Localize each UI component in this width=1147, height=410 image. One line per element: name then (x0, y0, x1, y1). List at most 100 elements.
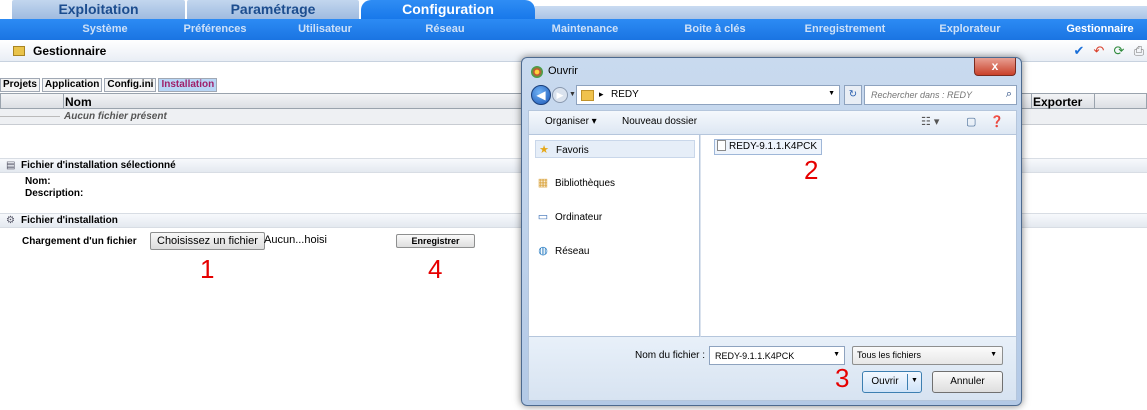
computer-icon: ▭ (537, 211, 549, 223)
sub-tab-bar: Système Préférences Utilisateur Réseau M… (0, 19, 1147, 40)
open-button-label: Ouvrir (871, 376, 899, 387)
chrome-icon (531, 66, 543, 78)
folder-icon (581, 90, 594, 101)
subtab-gestionnaire[interactable]: Gestionnaire (1060, 19, 1140, 40)
open-button[interactable]: Ouvrir ▼ (862, 371, 922, 393)
dialog-close-button[interactable]: x (974, 58, 1016, 76)
column-divider (1094, 94, 1095, 108)
address-bar[interactable]: ▸ REDY ▼ (576, 85, 840, 105)
refresh-icon[interactable]: ↻ (844, 85, 862, 105)
dialog-navigation-row: ◀ ▶ ▼ ▸ REDY ▼ ↻ ⌕ (528, 84, 1017, 106)
organize-menu[interactable]: Organiser ▾ (545, 116, 597, 127)
network-icon: ◍ (538, 245, 548, 257)
button-split-divider (907, 374, 908, 390)
subtab-boite-a-cles[interactable]: Boite à clés (675, 19, 755, 40)
annotation-3: 3 (835, 363, 850, 393)
chevron-down-icon[interactable]: ▼ (911, 377, 918, 384)
breadcrumb-arrow-icon[interactable]: ▸ (599, 89, 604, 100)
tab-config-ini[interactable]: Config.ini (104, 78, 157, 92)
help-icon[interactable]: ❓ (990, 115, 1004, 128)
tab-strip-filler (535, 6, 1147, 19)
history-dropdown-icon[interactable]: ▼ (569, 91, 576, 98)
address-path[interactable]: REDY (611, 89, 639, 100)
column-divider (1031, 94, 1032, 108)
save-button[interactable]: Enregistrer (396, 234, 475, 248)
nav-item-label: Réseau (555, 246, 590, 257)
subtab-reseau[interactable]: Réseau (410, 19, 480, 40)
open-file-dialog: Ouvrir x ◀ ▶ ▼ ▸ REDY ▼ ↻ ⌕ Organiser ▾ … (521, 57, 1022, 406)
filename-combobox[interactable]: ▼ (709, 346, 845, 365)
document-icon: ▤ (6, 160, 16, 171)
cancel-button[interactable]: Annuler (932, 371, 1003, 393)
gear-icon: ⚙ (6, 215, 15, 226)
tab-configuration[interactable]: Configuration (361, 0, 535, 19)
annotation-1: 1 (200, 254, 215, 284)
filename-input[interactable] (713, 349, 825, 363)
row-divider (0, 116, 60, 117)
nav-item-bibliotheques[interactable]: ▦ Bibliothèques (535, 174, 695, 192)
manager-icon (13, 46, 25, 56)
search-input[interactable] (869, 88, 993, 102)
column-exporter[interactable]: Exporter (1033, 95, 1082, 109)
column-nom[interactable]: Nom (65, 95, 92, 109)
nav-item-label: Ordinateur (555, 212, 603, 223)
nav-item-label: Favoris (556, 145, 589, 156)
install-file-section-title: Fichier d'installation (21, 215, 118, 226)
chevron-down-icon[interactable]: ▼ (828, 90, 835, 97)
tab-installation[interactable]: Installation (158, 78, 218, 92)
view-options-icon[interactable]: ☷ ▾ (921, 115, 939, 128)
filetype-select[interactable]: Tous les fichiers ▼ (852, 346, 1003, 365)
upload-label: Chargement d'un fichier (22, 236, 137, 247)
file-icon (717, 140, 726, 151)
dialog-title: Ouvrir (548, 65, 578, 77)
nav-item-favoris[interactable]: ★ Favoris (535, 140, 695, 158)
page-title: Gestionnaire (33, 44, 107, 58)
title-toolbar: ✔ ↶ ⟳ ⎙ (1071, 43, 1147, 59)
subtab-preferences[interactable]: Préférences (170, 19, 260, 40)
refresh-icon[interactable]: ⟳ (1111, 43, 1127, 59)
name-label: Nom: (25, 176, 51, 187)
chevron-down-icon[interactable]: ▼ (833, 351, 840, 358)
nav-item-reseau[interactable]: ◍ Réseau (535, 242, 695, 260)
filetype-value: Tous les fichiers (857, 350, 922, 360)
annotation-2: 2 (804, 155, 819, 185)
subtab-maintenance[interactable]: Maintenance (545, 19, 625, 40)
tab-application[interactable]: Application (41, 78, 103, 92)
library-icon: ▦ (537, 177, 549, 189)
dialog-toolbar: Organiser ▾ Nouveau dossier ☷ ▾ ▢ ❓ (528, 110, 1017, 135)
tab-exploitation[interactable]: Exploitation (12, 0, 185, 19)
search-box[interactable]: ⌕ (864, 85, 1017, 105)
tab-parametrage[interactable]: Paramétrage (187, 0, 359, 19)
chevron-down-icon: ▼ (990, 351, 997, 358)
choose-file-button[interactable]: Choisissez un fichier (150, 232, 265, 250)
subtab-explorateur[interactable]: Explorateur (930, 19, 1010, 40)
empty-message: Aucun fichier présent (64, 111, 167, 122)
preview-pane-icon[interactable]: ▢ (966, 115, 976, 128)
subtab-utilisateur[interactable]: Utilisateur (285, 19, 365, 40)
navigation-pane: ★ Favoris ▦ Bibliothèques ▭ Ordinateur ◍ Rés… (528, 135, 700, 337)
subtab-systeme[interactable]: Système (70, 19, 140, 40)
print-icon[interactable]: ⎙ (1131, 43, 1147, 59)
subtab-enregistrement[interactable]: Enregistrement (795, 19, 895, 40)
nav-item-ordinateur[interactable]: ▭ Ordinateur (535, 208, 695, 226)
selected-file-section-title: Fichier d'installation sélectionné (21, 160, 176, 171)
nav-item-label: Bibliothèques (555, 178, 616, 189)
annotation-4: 4 (428, 254, 443, 284)
file-item-label: REDY-9.1.1.K4PCK (729, 141, 818, 152)
file-item[interactable]: REDY-9.1.1.K4PCK (714, 139, 823, 155)
file-list-pane: REDY-9.1.1.K4PCK 2 (700, 135, 1017, 337)
search-icon[interactable]: ⌕ (1006, 88, 1012, 101)
description-label: Description: (25, 188, 84, 199)
undo-icon[interactable]: ↶ (1091, 43, 1107, 59)
tab-projets[interactable]: Projets (0, 78, 40, 92)
validate-check-icon[interactable]: ✔ (1071, 43, 1087, 59)
column-divider (63, 94, 64, 108)
back-arrow-icon[interactable]: ◀ (531, 85, 551, 105)
star-icon: ★ (539, 144, 549, 156)
file-status-text: Aucun...hoisi (264, 234, 327, 246)
filename-label: Nom du fichier : (635, 350, 706, 361)
inner-tab-bar: Projets Application Config.ini Installat… (0, 78, 218, 92)
new-folder-button[interactable]: Nouveau dossier (622, 116, 697, 127)
dialog-bottom-panel: Nom du fichier : ▼ Tous les fichiers ▼ 3… (528, 337, 1017, 401)
forward-arrow-icon[interactable]: ▶ (552, 87, 568, 103)
